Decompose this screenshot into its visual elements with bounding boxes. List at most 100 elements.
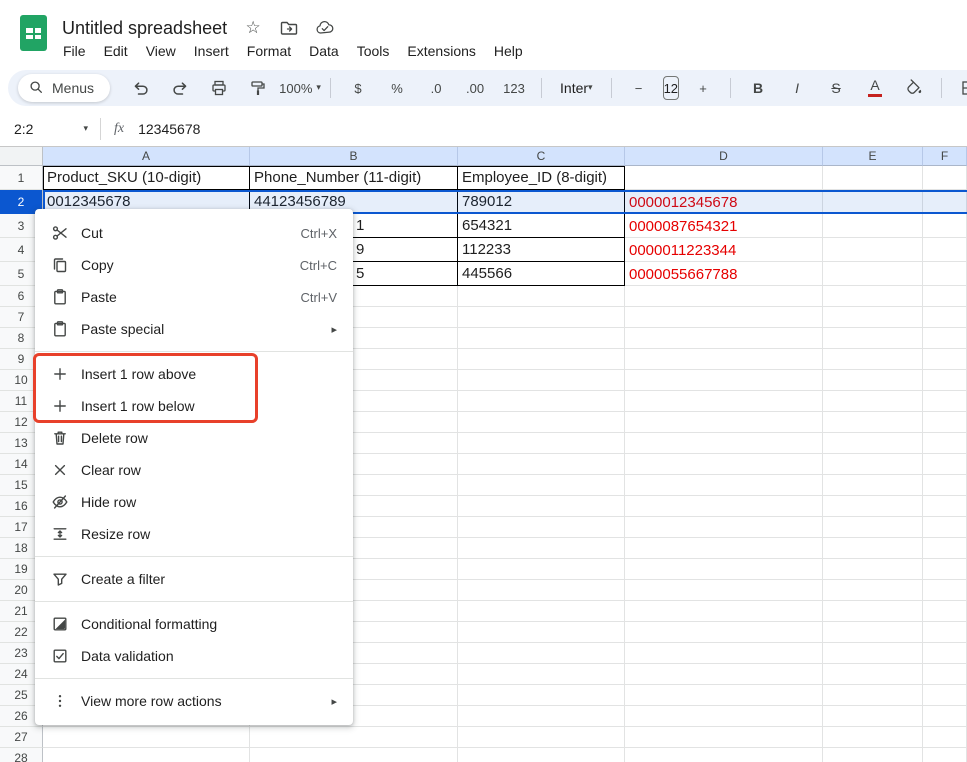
cell-C2[interactable]: 789012 bbox=[458, 190, 625, 214]
submenu-arrow-icon: ▸ bbox=[331, 695, 337, 708]
menu-item-label: Resize row bbox=[81, 526, 337, 542]
formula-bar-divider bbox=[100, 118, 101, 140]
context-menu-item-hide-row[interactable]: Hide row bbox=[35, 486, 353, 518]
text-color-button[interactable]: A bbox=[857, 75, 893, 101]
cell-B1[interactable]: Phone_Number (11-digit) bbox=[250, 166, 458, 190]
menu-item-label: Paste bbox=[81, 289, 289, 305]
menu-edit[interactable]: Edit bbox=[95, 41, 137, 61]
borders-button[interactable] bbox=[951, 75, 967, 101]
text-color-label: A bbox=[870, 79, 879, 92]
menu-file[interactable]: File bbox=[54, 41, 95, 61]
column-header-a[interactable]: A bbox=[43, 147, 250, 166]
row-header-27[interactable]: 27 bbox=[0, 727, 43, 748]
context-menu-item-data-validation[interactable]: Data validation bbox=[35, 640, 353, 672]
menus-search-button[interactable]: Menus bbox=[18, 74, 110, 102]
font-family-value: Inter bbox=[560, 80, 588, 96]
doc-title[interactable]: Untitled spreadsheet bbox=[62, 18, 227, 39]
submenu-arrow-icon: ▸ bbox=[331, 323, 337, 336]
menu-item-label: Conditional formatting bbox=[81, 616, 337, 632]
cell-C1[interactable]: Employee_ID (8-digit) bbox=[458, 166, 625, 190]
saved-to-drive-cloud-icon bbox=[315, 18, 335, 38]
trash-icon bbox=[51, 429, 69, 447]
plus-icon bbox=[51, 397, 69, 415]
font-family-select[interactable]: Inter ▾ bbox=[551, 80, 602, 96]
formula-input[interactable]: 12345678 bbox=[138, 121, 200, 137]
cell-C4[interactable]: 112233 bbox=[458, 238, 625, 262]
column-header-b[interactable]: B bbox=[250, 147, 458, 166]
fill-color-button[interactable] bbox=[896, 75, 932, 101]
context-menu-item-cut[interactable]: CutCtrl+X bbox=[35, 217, 353, 249]
decrease-font-size-button[interactable]: − bbox=[621, 75, 657, 101]
cell-C5[interactable]: 445566 bbox=[458, 262, 625, 286]
context-menu-item-clear-row[interactable]: Clear row bbox=[35, 454, 353, 486]
toolbar-divider bbox=[330, 78, 331, 98]
select-all-corner[interactable] bbox=[0, 147, 43, 166]
menu-item-label: Create a filter bbox=[81, 571, 337, 587]
context-menu-item-conditional-formatting[interactable]: Conditional formatting bbox=[35, 608, 353, 640]
cell-C3[interactable]: 654321 bbox=[458, 214, 625, 238]
undo-button[interactable] bbox=[123, 75, 159, 101]
font-size-input[interactable]: 12 bbox=[663, 76, 679, 100]
context-menu-item-paste-special[interactable]: Paste special ▸ bbox=[35, 313, 353, 345]
decrease-decimal-button[interactable]: .0 bbox=[418, 75, 454, 101]
menu-data[interactable]: Data bbox=[300, 41, 348, 61]
move-to-folder-icon[interactable] bbox=[279, 18, 299, 38]
gridline bbox=[922, 166, 923, 762]
cell-A1[interactable]: Product_SKU (10-digit) bbox=[43, 166, 250, 190]
print-button[interactable] bbox=[201, 75, 237, 101]
row-header-1[interactable]: 1 bbox=[0, 166, 43, 190]
star-icon[interactable]: ☆ bbox=[243, 18, 263, 38]
toolbar-divider bbox=[541, 78, 542, 98]
menus-label: Menus bbox=[52, 80, 94, 96]
cell-D4[interactable]: 0000011223344 bbox=[625, 238, 823, 262]
menu-insert[interactable]: Insert bbox=[185, 41, 238, 61]
menu-bar: FileEditViewInsertFormatDataToolsExtensi… bbox=[54, 39, 532, 63]
column-header-c[interactable]: C bbox=[458, 147, 625, 166]
menu-format[interactable]: Format bbox=[238, 41, 300, 61]
italic-button[interactable]: I bbox=[779, 75, 815, 101]
shortcut-label: Ctrl+C bbox=[300, 258, 337, 273]
sheets-logo[interactable] bbox=[20, 15, 47, 51]
context-menu-item-insert-1-row-above[interactable]: Insert 1 row above bbox=[35, 358, 353, 390]
menu-extensions[interactable]: Extensions bbox=[398, 41, 484, 61]
row-header-28[interactable]: 28 bbox=[0, 748, 43, 762]
context-menu-item-create-a-filter[interactable]: Create a filter bbox=[35, 563, 353, 595]
context-menu-item-resize-row[interactable]: Resize row bbox=[35, 518, 353, 550]
increase-decimal-button[interactable]: .00 bbox=[457, 75, 493, 101]
menu-separator bbox=[35, 351, 353, 352]
column-header-f[interactable]: F bbox=[923, 147, 967, 166]
menu-view[interactable]: View bbox=[137, 41, 185, 61]
name-box[interactable]: 2:2 ▾ bbox=[0, 112, 100, 146]
filter-icon bbox=[51, 570, 69, 588]
redo-button[interactable] bbox=[162, 75, 198, 101]
cell-D5[interactable]: 0000055667788 bbox=[625, 262, 823, 286]
menu-item-label: Paste special bbox=[81, 321, 319, 337]
format-percent-button[interactable]: % bbox=[379, 75, 415, 101]
menu-item-label: Copy bbox=[81, 257, 288, 273]
context-menu-item-view-more-row-actions[interactable]: View more row actions▸ bbox=[35, 685, 353, 717]
context-menu-item-copy[interactable]: Copy Ctrl+C bbox=[35, 249, 353, 281]
number-format-button[interactable]: 123 bbox=[496, 75, 532, 101]
format-currency-button[interactable]: $ bbox=[340, 75, 376, 101]
strikethrough-button[interactable]: S bbox=[818, 75, 854, 101]
context-menu-item-insert-1-row-below[interactable]: Insert 1 row below bbox=[35, 390, 353, 422]
fx-icon: fx bbox=[114, 121, 124, 137]
sheets-logo-grid-icon bbox=[26, 28, 41, 39]
bold-button[interactable]: B bbox=[740, 75, 776, 101]
conditional-format-icon bbox=[51, 615, 69, 633]
title-row: Untitled spreadsheet ☆ bbox=[62, 15, 335, 41]
menu-help[interactable]: Help bbox=[485, 41, 532, 61]
context-menu-item-delete-row[interactable]: Delete row bbox=[35, 422, 353, 454]
column-header-e[interactable]: E bbox=[823, 147, 923, 166]
paint-format-button[interactable] bbox=[240, 75, 276, 101]
toolbar-divider bbox=[730, 78, 731, 98]
context-menu-item-paste[interactable]: PasteCtrl+V bbox=[35, 281, 353, 313]
toolbar-divider bbox=[611, 78, 612, 98]
menu-tools[interactable]: Tools bbox=[348, 41, 399, 61]
gridline bbox=[43, 726, 967, 727]
column-header-d[interactable]: D bbox=[625, 147, 823, 166]
increase-font-size-button[interactable]: + bbox=[685, 75, 721, 101]
zoom-control[interactable]: 100% ▾ bbox=[279, 75, 321, 101]
cell-D3[interactable]: 0000087654321 bbox=[625, 214, 823, 238]
cell-D2[interactable]: 0000012345678 bbox=[625, 190, 823, 214]
